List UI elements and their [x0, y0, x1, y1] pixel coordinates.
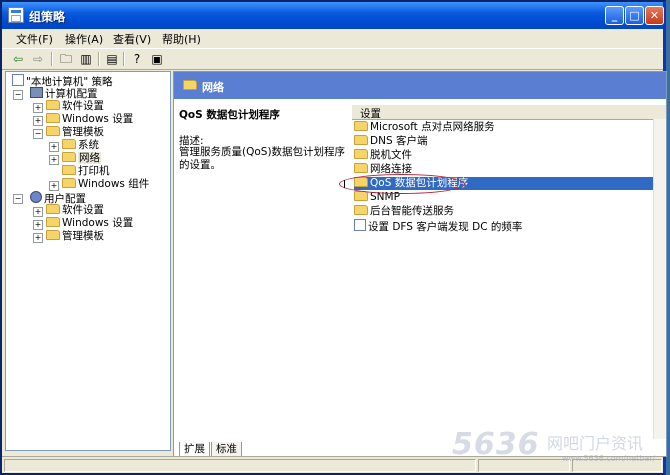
- policy-setting-icon: [354, 219, 366, 231]
- collapse-toggle[interactable]: −: [13, 90, 23, 100]
- folder-icon: [354, 135, 368, 145]
- tree-user-windows[interactable]: Windows 设置: [46, 217, 133, 230]
- expand-toggle[interactable]: +: [33, 207, 43, 217]
- folder-icon: [354, 191, 368, 201]
- folder-icon: [46, 113, 60, 123]
- menu-file[interactable]: 文件(F): [16, 31, 53, 47]
- properties-icon[interactable]: ▣: [149, 51, 165, 67]
- expand-toggle[interactable]: +: [49, 181, 59, 191]
- user-icon: [30, 191, 42, 203]
- menu-bar: 文件(F) 操作(A) 查看(V) 帮助(H): [2, 29, 663, 49]
- folder-icon: [183, 80, 197, 90]
- title-bar[interactable]: 组策略 _ □ ✕: [2, 2, 664, 29]
- tree-user-admin[interactable]: 管理模板: [46, 230, 104, 243]
- collapse-toggle[interactable]: −: [13, 194, 23, 204]
- description-text: 管理服务质量(QoS)数据包计划程序的设置。: [179, 146, 346, 171]
- toolbar: ⇦ ⇨ 🗀 ▥ ▤ ? ▣: [2, 49, 663, 70]
- policy-icon: [12, 74, 24, 86]
- tree-system[interactable]: 系统: [62, 139, 99, 152]
- list-item[interactable]: DNS 客户端: [354, 135, 664, 148]
- folder-icon: [46, 204, 60, 214]
- expand-toggle[interactable]: +: [49, 155, 59, 165]
- tree-user-config[interactable]: 用户配置: [30, 191, 86, 205]
- forward-icon[interactable]: ⇨: [30, 51, 46, 67]
- watermark-url: www.5636.com/netbar/: [562, 454, 656, 463]
- collapse-toggle[interactable]: −: [33, 129, 43, 139]
- details-header: 网络: [174, 72, 666, 99]
- folder-icon: [354, 163, 368, 173]
- window-title: 组策略: [29, 10, 66, 24]
- folder-icon: [354, 121, 368, 131]
- tree-pane: "本地计算机" 策略 − 计算机配置 + 软件设置 + Windows 设置 −…: [5, 71, 171, 451]
- highlight-ellipse: [339, 174, 465, 194]
- expand-toggle[interactable]: +: [33, 220, 43, 230]
- help-icon[interactable]: ?: [129, 51, 145, 67]
- list-item[interactable]: 设置 DFS 客户端发现 DC 的频率: [354, 219, 664, 233]
- tree-root[interactable]: "本地计算机" 策略: [12, 74, 113, 88]
- folder-icon: [46, 230, 60, 240]
- list-item[interactable]: 脱机文件: [354, 149, 664, 162]
- watermark-logo: 5636: [452, 427, 540, 462]
- folder-icon: [46, 100, 60, 110]
- close-button[interactable]: ✕: [645, 6, 664, 25]
- folder-icon: [46, 217, 60, 227]
- tree-computer-software[interactable]: 软件设置: [46, 100, 104, 113]
- folder-icon: [354, 149, 368, 159]
- group-policy-window: 组策略 _ □ ✕ 文件(F) 操作(A) 查看(V) 帮助(H) ⇦ ⇨ 🗀 …: [0, 0, 667, 475]
- folder-icon: [62, 165, 76, 175]
- details-header-title: 网络: [202, 81, 224, 94]
- list-item[interactable]: 后台智能传送服务: [354, 205, 664, 218]
- list-item[interactable]: Microsoft 点对点网络服务: [354, 121, 664, 134]
- details-pane: 网络 QoS 数据包计划程序 描述: 管理服务质量(QoS)数据包计划程序的设置…: [173, 71, 667, 457]
- description-title: QoS 数据包计划程序: [179, 109, 280, 121]
- menu-help[interactable]: 帮助(H): [162, 31, 201, 47]
- cursor-mark: [344, 180, 345, 188]
- expand-toggle[interactable]: +: [33, 103, 43, 113]
- menu-action[interactable]: 操作(A): [65, 31, 103, 47]
- folder-open-icon: [46, 126, 60, 136]
- watermark-text: 网吧门户资讯: [547, 434, 644, 453]
- computer-icon: [30, 87, 43, 98]
- status-segment: [4, 459, 476, 472]
- folder-icon: [62, 178, 76, 188]
- tree-computer-admin[interactable]: 管理模板: [46, 126, 104, 139]
- tree-network[interactable]: 网络: [62, 152, 101, 165]
- tree-computer-windows[interactable]: Windows 设置: [46, 113, 133, 126]
- expand-toggle[interactable]: +: [33, 233, 43, 243]
- folder-icon: [354, 205, 368, 215]
- minimize-button[interactable]: _: [605, 6, 624, 25]
- menu-view[interactable]: 查看(V): [113, 31, 151, 47]
- folder-open-icon: [62, 152, 76, 162]
- expand-toggle[interactable]: +: [49, 142, 59, 152]
- toolbar-separator: [51, 52, 53, 66]
- folder-icon: [62, 139, 76, 149]
- maximize-button[interactable]: □: [625, 6, 644, 25]
- show-tree-icon[interactable]: ▥: [78, 51, 94, 67]
- tab-standard[interactable]: 标准: [211, 442, 242, 457]
- up-folder-icon[interactable]: 🗀: [58, 51, 74, 67]
- toolbar-separator: [98, 52, 100, 66]
- tree-computer-config[interactable]: 计算机配置: [30, 87, 98, 100]
- tree-printers[interactable]: 打印机: [62, 165, 110, 178]
- tree-windows-components[interactable]: Windows 组件: [62, 178, 149, 191]
- back-icon[interactable]: ⇦: [10, 51, 26, 67]
- vertical-scrollbar[interactable]: [653, 119, 666, 439]
- tab-extended[interactable]: 扩展: [179, 442, 210, 457]
- column-header-setting[interactable]: 设置: [352, 105, 666, 120]
- group-policy-icon: [8, 7, 24, 23]
- toolbar-separator: [123, 52, 125, 66]
- export-list-icon[interactable]: ▤: [104, 51, 120, 67]
- tree-user-software[interactable]: 软件设置: [46, 204, 104, 217]
- expand-toggle[interactable]: +: [33, 116, 43, 126]
